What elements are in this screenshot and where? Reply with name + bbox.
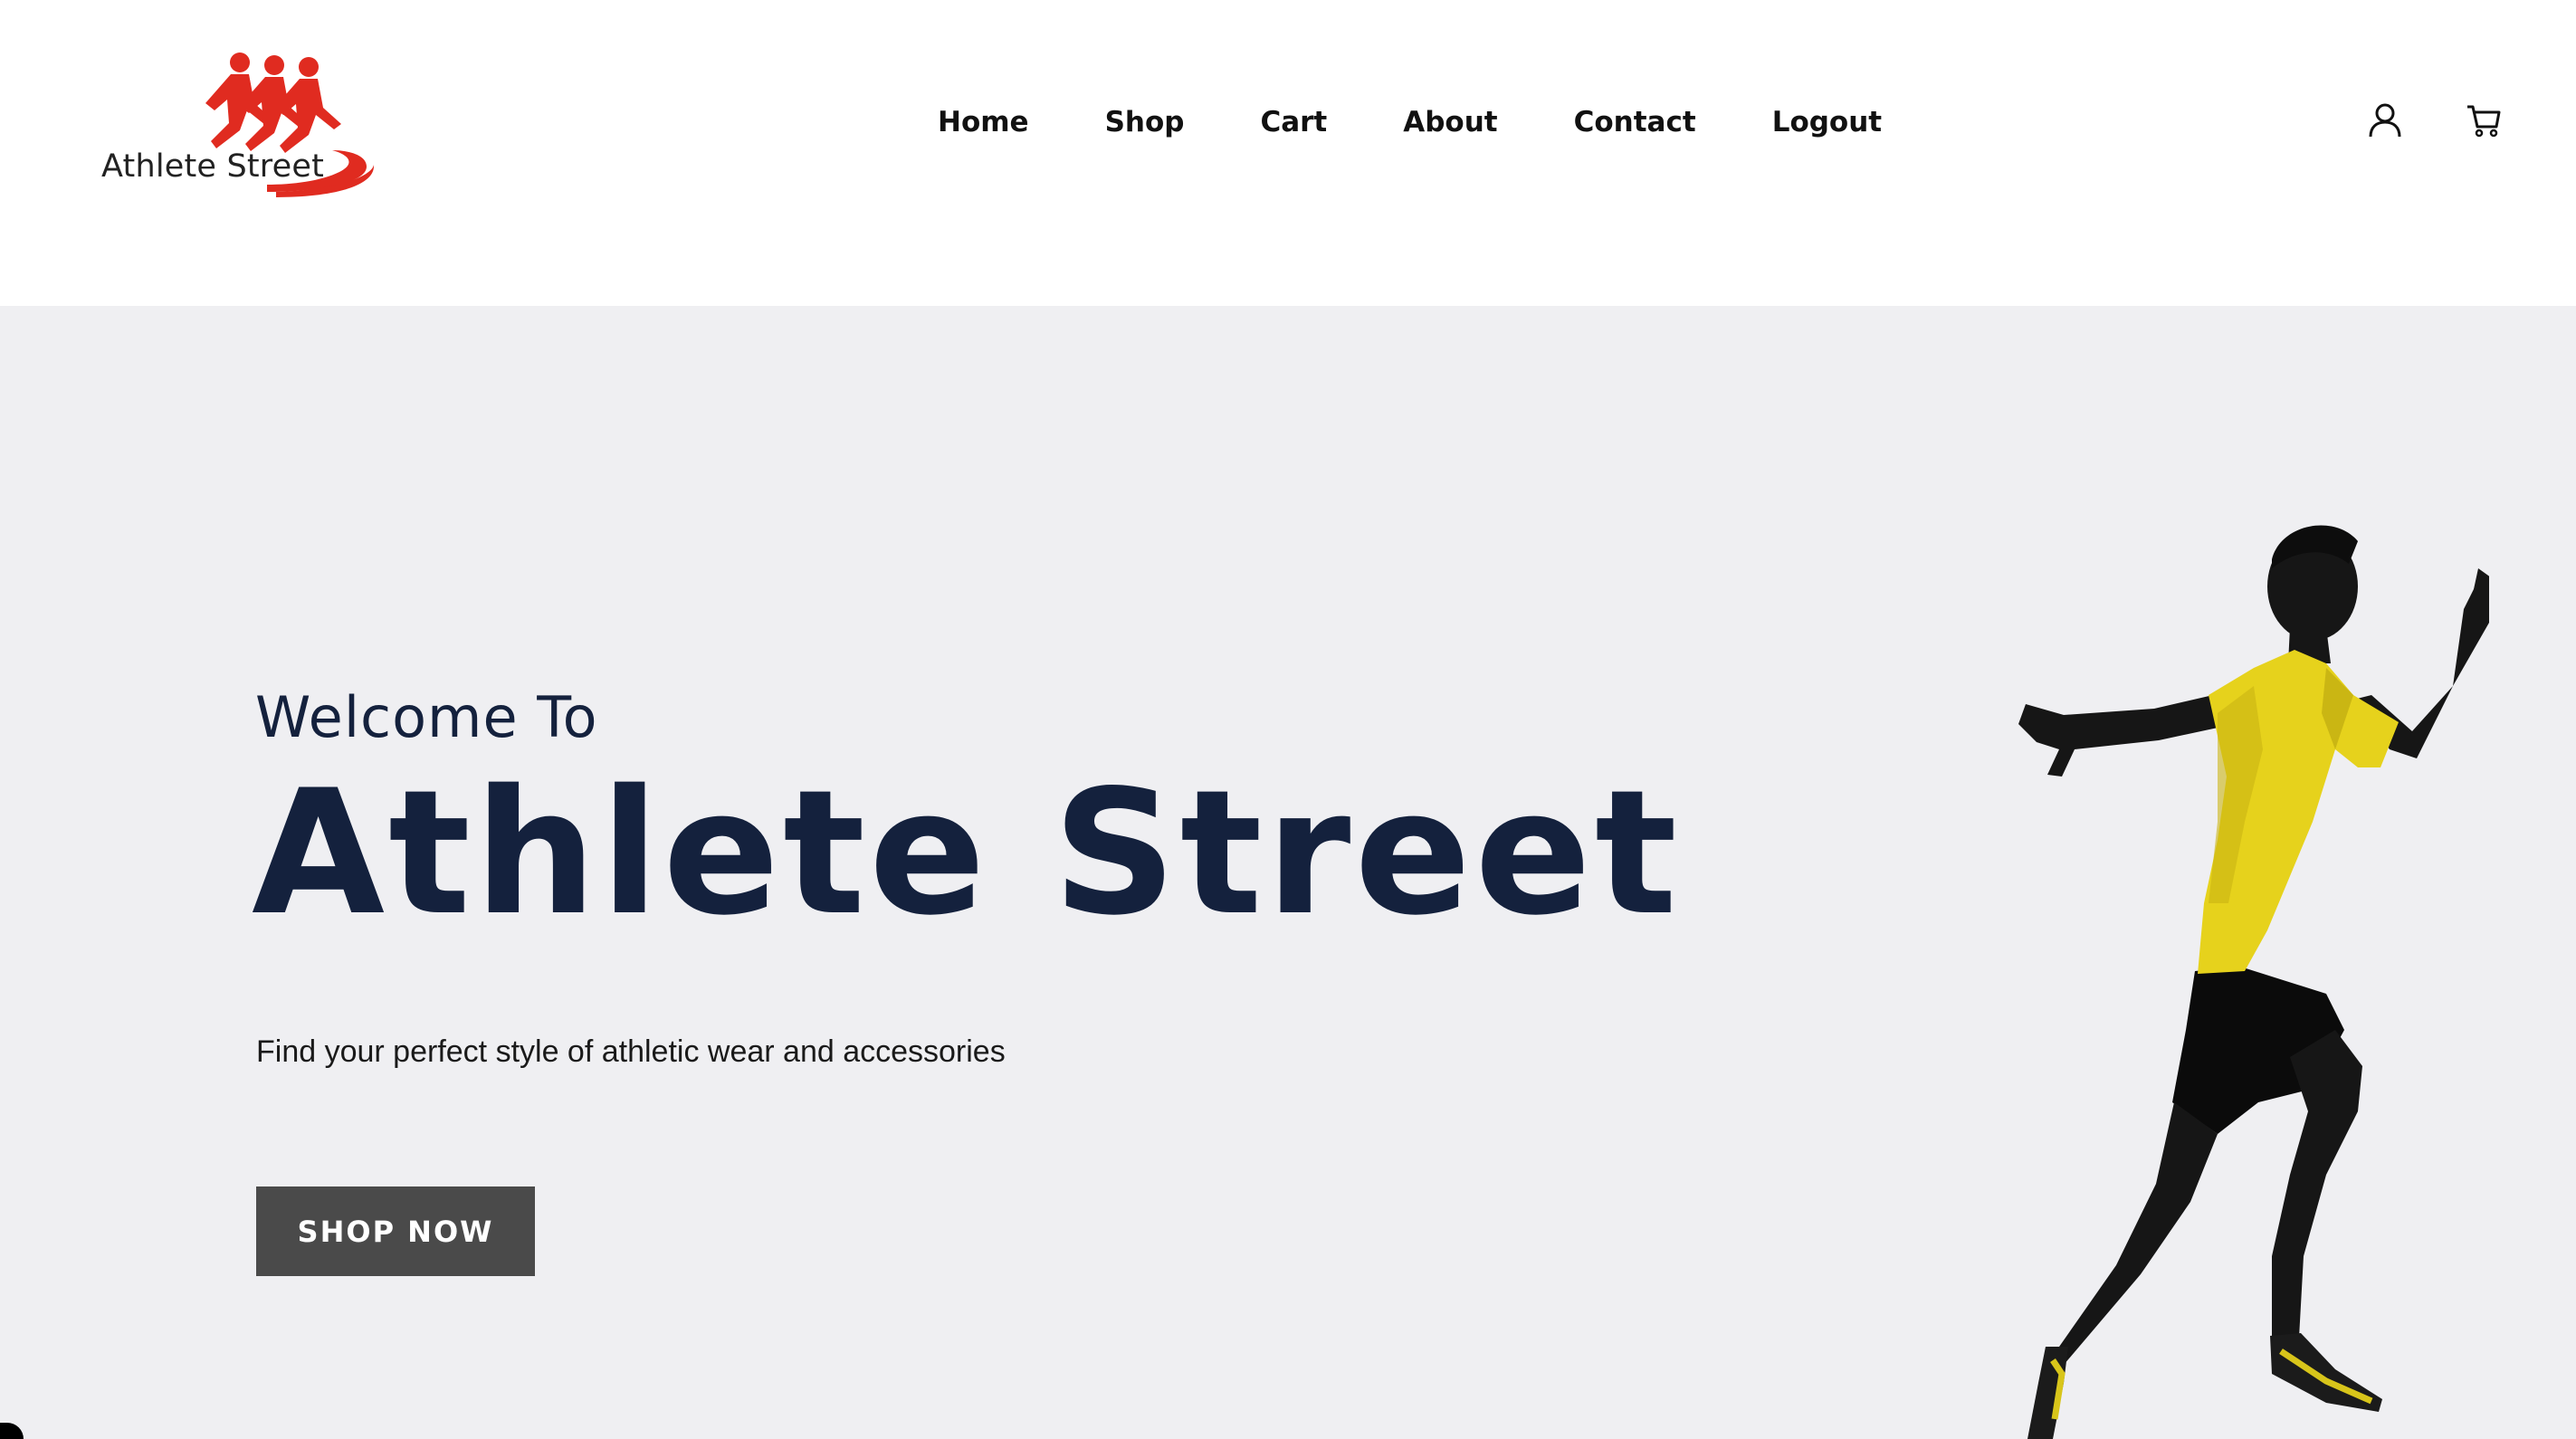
shop-now-button[interactable]: SHOP NOW: [256, 1186, 535, 1276]
nav-cart[interactable]: Cart: [1260, 106, 1327, 138]
hero-section: Welcome To Athlete Street Find your perf…: [0, 306, 2576, 1439]
hero-subtitle: Find your perfect style of athletic wear…: [256, 1034, 1006, 1069]
hero-title: Athlete Street: [252, 753, 1681, 953]
cart-icon[interactable]: [2466, 102, 2502, 143]
user-icon[interactable]: [2368, 102, 2402, 143]
sprinter-image: [2018, 525, 2489, 1439]
site-header: Athlete Street Home Shop Cart About Cont…: [0, 0, 2576, 306]
nav-home[interactable]: Home: [938, 106, 1029, 138]
main-nav: Home Shop Cart About Contact Logout: [938, 100, 1882, 145]
nav-contact[interactable]: Contact: [1574, 106, 1696, 138]
brand-name: Athlete Street: [101, 148, 325, 185]
hero-welcome: Welcome To: [255, 684, 598, 750]
nav-logout[interactable]: Logout: [1772, 106, 1882, 138]
nav-shop[interactable]: Shop: [1105, 106, 1185, 138]
brand-logo[interactable]: Athlete Street: [95, 47, 376, 203]
nav-about[interactable]: About: [1403, 106, 1497, 138]
